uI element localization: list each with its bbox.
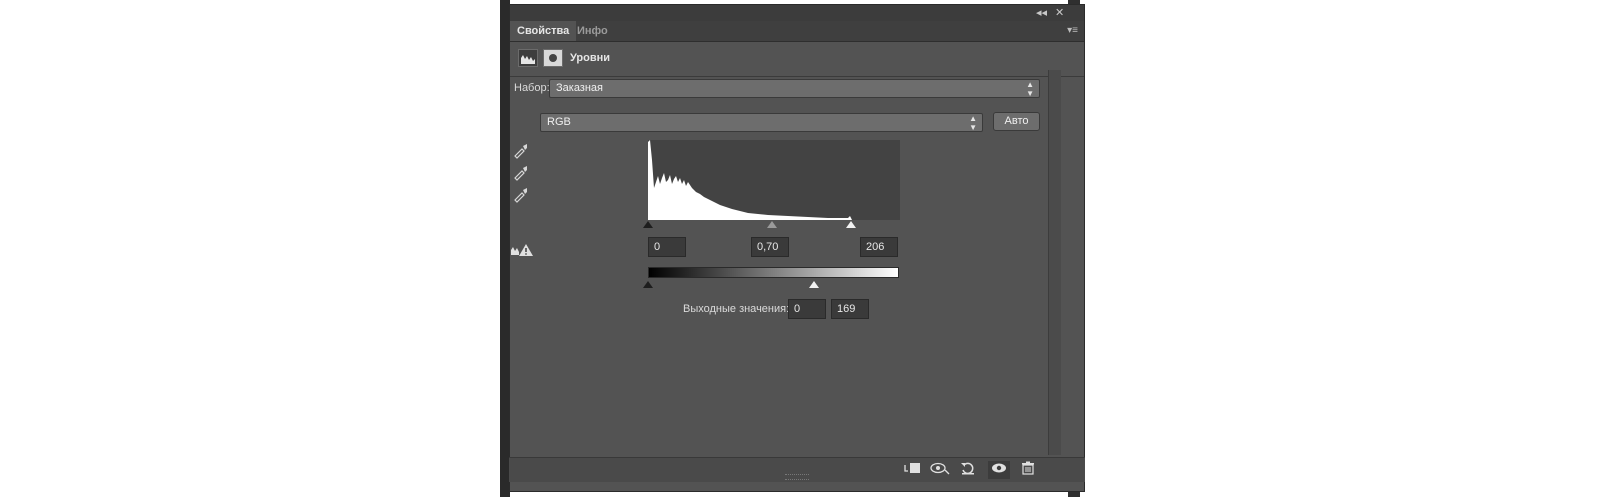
histogram-fill [648,140,852,220]
select-arrows-icon: ▲ ▼ [969,114,977,132]
preset-select[interactable]: Заказная ▲ ▼ [549,79,1040,98]
adjustment-title: Уровни [570,52,611,64]
output-white-slider[interactable] [809,281,819,288]
input-black-field[interactable]: 0 [648,237,686,257]
collapse-panel-icon[interactable]: ◂◂ [1036,6,1047,19]
properties-panel: ◂◂ ✕ Свойства Инфо ▾≡ Уровни [509,4,1085,492]
panel-scrollbar[interactable] [1048,70,1061,455]
input-gamma-field[interactable]: 0,70 [751,237,789,257]
input-white-slider[interactable] [846,221,856,228]
histogram-warning-icon[interactable] [510,243,534,260]
input-gamma-slider[interactable] [767,221,777,228]
close-panel-icon[interactable]: ✕ [1055,6,1064,19]
black-point-eyedropper-icon[interactable] [512,141,530,159]
gray-point-eyedropper-icon[interactable] [512,163,530,181]
panel-menu-icon[interactable]: ▾≡ [1067,25,1078,36]
eyedropper-glyph [514,144,527,159]
eyedropper-glyph [514,166,527,181]
adjustment-header: Уровни [510,42,1084,77]
mask-icon[interactable] [543,49,563,67]
histogram-glyph [521,55,535,64]
channel-select[interactable]: RGB ▲ ▼ [540,113,983,132]
auto-button[interactable]: Авто [993,112,1040,131]
levels-histogram [648,140,900,220]
panel-tabs: Свойства Инфо ▾≡ [510,21,1084,42]
output-gradient [648,267,899,278]
input-black-slider[interactable] [643,221,653,228]
preset-label: Набор: [514,82,550,94]
eyedropper-glyph [514,188,527,203]
preset-value: Заказная [556,82,604,94]
output-black-field[interactable]: 0 [788,299,826,319]
output-white-field[interactable]: 169 [831,299,869,319]
output-values-label: Выходные значения: [683,303,790,315]
warning-glyph [511,244,533,256]
tab-info[interactable]: Инфо [570,21,615,41]
panel-title-bar[interactable]: ◂◂ ✕ [510,5,1084,21]
output-black-slider[interactable] [643,281,653,288]
input-white-field[interactable]: 206 [860,237,898,257]
select-arrows-icon: ▲ ▼ [1026,80,1034,98]
histogram-icon[interactable] [518,49,538,67]
tab-properties[interactable]: Свойства [510,21,577,41]
white-point-eyedropper-icon[interactable] [512,185,530,203]
channel-value: RGB [547,116,571,128]
histogram-chart [648,140,852,220]
